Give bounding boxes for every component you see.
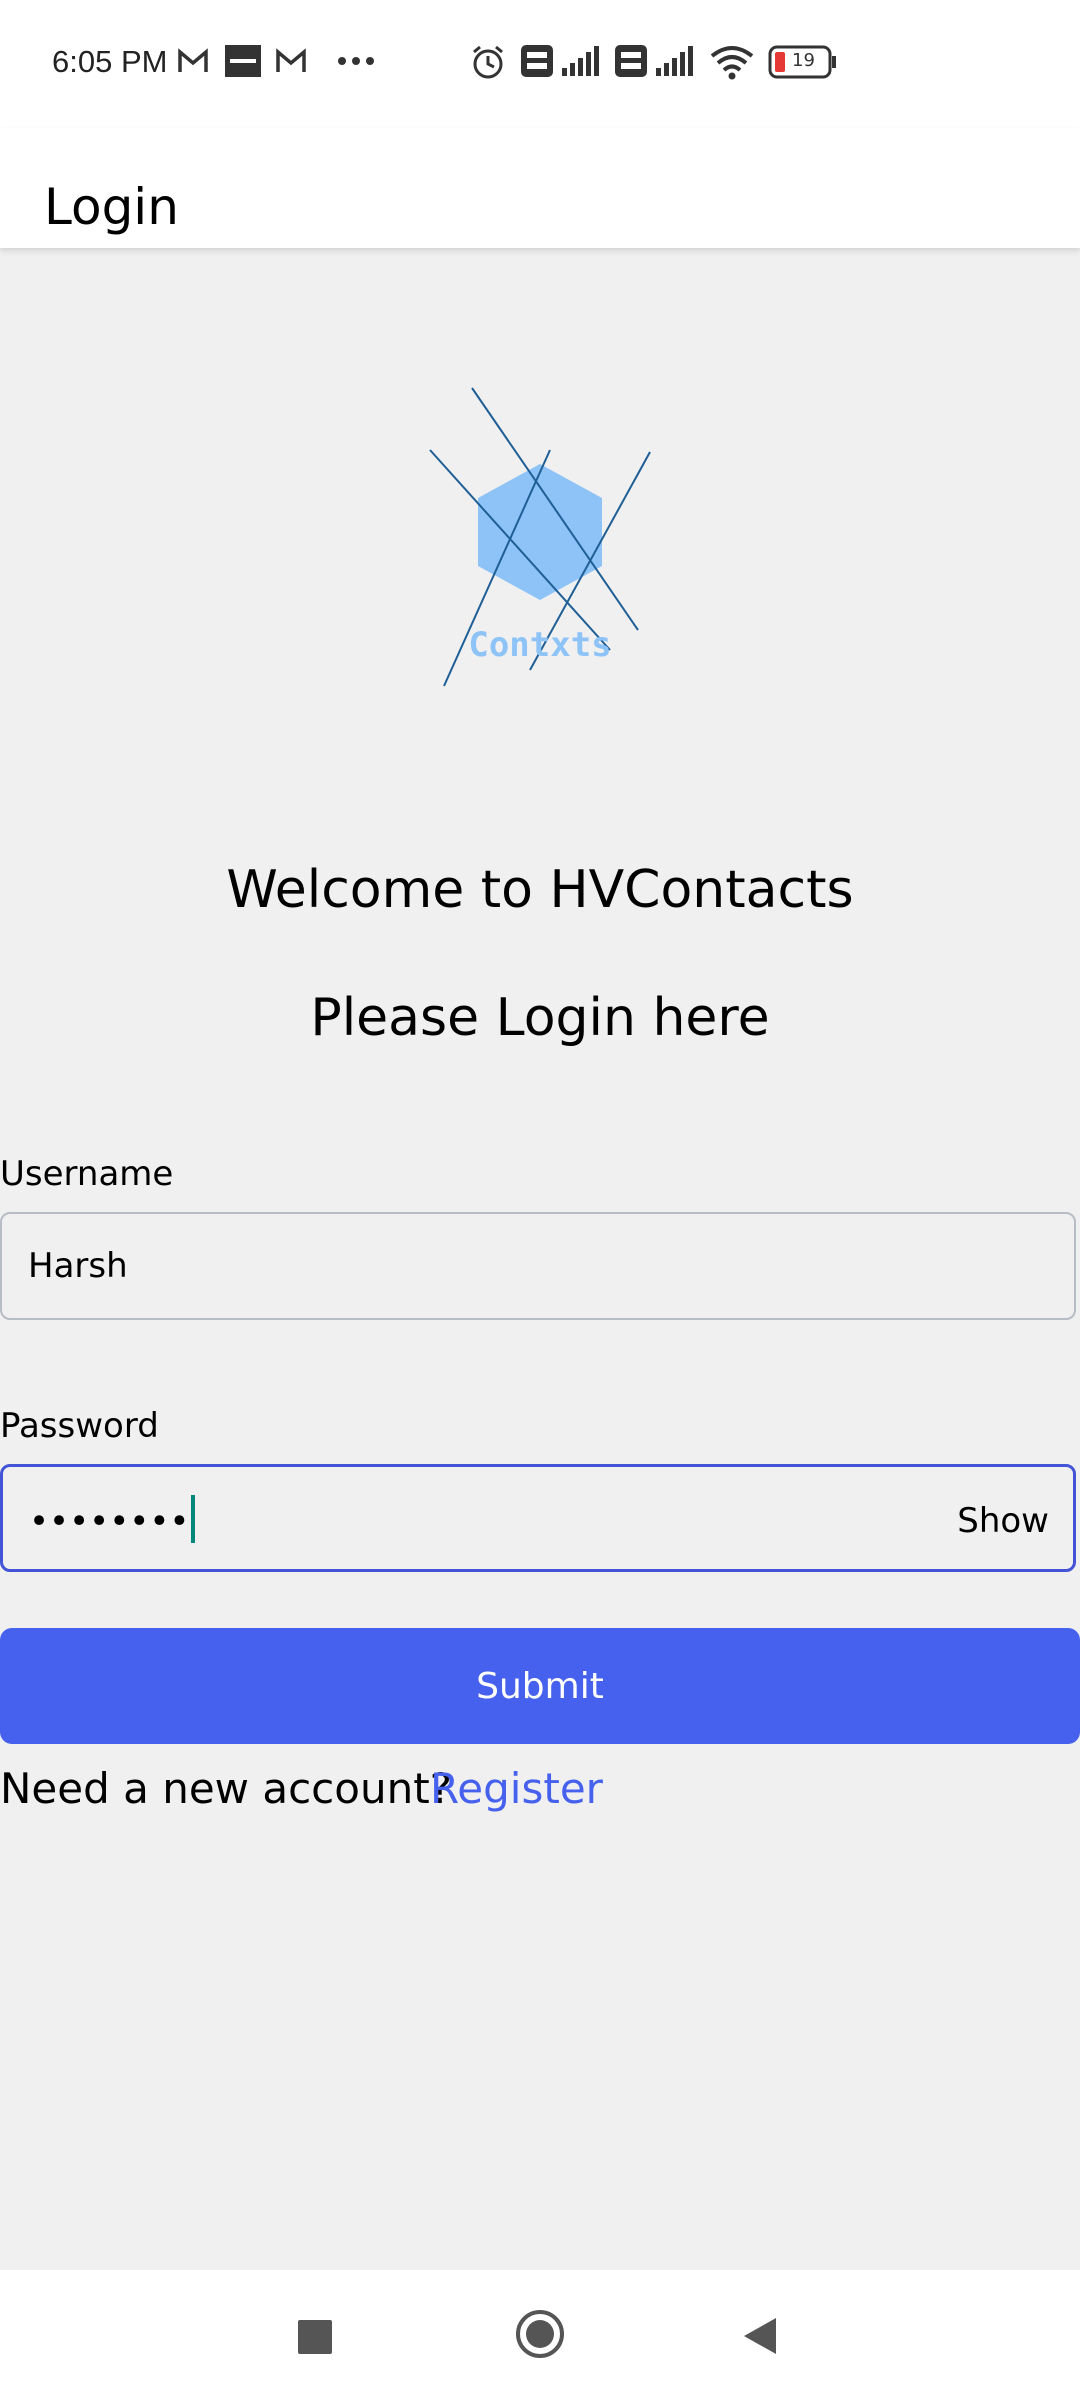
password-label: Password: [0, 1406, 159, 1446]
gmail-icon: [178, 48, 208, 72]
system-nav-bar: [0, 2270, 1080, 2400]
register-link[interactable]: Register: [430, 1764, 603, 1813]
recent-apps-icon[interactable]: [298, 2320, 332, 2354]
username-input[interactable]: Harsh: [0, 1212, 1076, 1320]
need-account-text: Need a new account?: [0, 1764, 452, 1813]
password-input[interactable]: •••••••• Show: [0, 1464, 1076, 1572]
signal-icon: [562, 46, 599, 76]
wifi-icon: [710, 46, 754, 80]
status-bar: 6:05 PM 19: [0, 0, 1080, 128]
zomato-icon: [225, 45, 261, 77]
alarm-icon: [473, 45, 503, 79]
battery-level: 19: [792, 50, 815, 71]
volte-icon: [615, 45, 647, 77]
login-subheading: Please Login here: [310, 988, 770, 1048]
submit-button[interactable]: Submit: [0, 1628, 1080, 1744]
show-password-button[interactable]: Show: [957, 1501, 1049, 1541]
signal-icon: [656, 46, 693, 76]
page-title: Login: [44, 177, 179, 236]
back-icon[interactable]: [740, 2316, 780, 2356]
gmail-icon: [276, 48, 306, 72]
username-label: Username: [0, 1154, 174, 1194]
app-logo: Contxts: [429, 387, 651, 687]
password-value: ••••••••: [29, 1501, 190, 1542]
password-value-wrap: ••••••••: [29, 1495, 196, 1547]
welcome-heading: Welcome to HVContacts: [226, 860, 854, 920]
volte-icon: [521, 45, 553, 77]
more-dots-icon: [338, 57, 374, 65]
username-value: Harsh: [28, 1246, 128, 1286]
home-icon[interactable]: [516, 2310, 564, 2358]
logo-text: Contxts: [468, 625, 611, 665]
app-bar: Login: [0, 128, 1080, 248]
status-time: 6:05 PM: [52, 44, 168, 79]
text-caret: [191, 1495, 196, 1543]
